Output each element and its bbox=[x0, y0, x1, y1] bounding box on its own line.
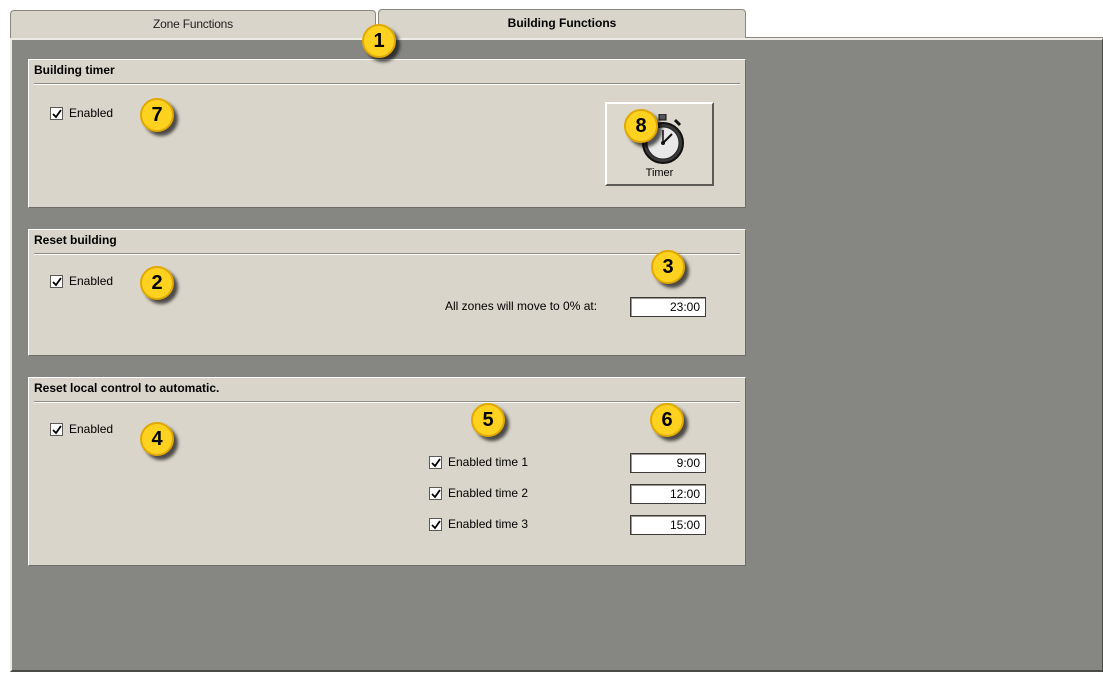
checkbox-label: Enabled time 3 bbox=[448, 517, 529, 531]
callout-badge-5: 5 bbox=[471, 403, 505, 437]
building-timer-enabled-checkbox[interactable]: Enabled bbox=[50, 106, 113, 120]
reset-local-enabled-checkbox[interactable]: Enabled bbox=[50, 422, 113, 436]
tab-label: Building Functions bbox=[507, 16, 617, 30]
reset-building-time-input[interactable]: 23:00 bbox=[630, 297, 706, 317]
checkbox-label: Enabled time 2 bbox=[448, 486, 529, 500]
checkbox-icon bbox=[429, 517, 442, 531]
enabled-time-2-input[interactable]: 12:00 bbox=[630, 484, 706, 504]
enabled-time-1-checkbox[interactable]: Enabled time 1 bbox=[429, 455, 528, 469]
checkbox-icon bbox=[429, 486, 442, 500]
reset-building-enabled-checkbox[interactable]: Enabled bbox=[50, 274, 113, 288]
group-divider bbox=[34, 401, 740, 403]
callout-badge-8: 8 bbox=[624, 109, 658, 143]
checkbox-icon bbox=[50, 106, 63, 120]
enabled-time-2-checkbox[interactable]: Enabled time 2 bbox=[429, 486, 528, 500]
checkbox-label: Enabled bbox=[69, 422, 114, 436]
callout-badge-2: 2 bbox=[140, 266, 174, 300]
group-divider bbox=[34, 253, 740, 255]
reset-building-group: Reset building Enabled All zones will mo… bbox=[28, 229, 746, 356]
callout-badge-7: 7 bbox=[140, 98, 174, 132]
checkbox-icon bbox=[50, 274, 63, 288]
group-divider bbox=[34, 83, 740, 85]
checkbox-label: Enabled bbox=[69, 106, 114, 120]
tab-label: Zone Functions bbox=[153, 17, 233, 31]
tab-building-functions[interactable]: Building Functions bbox=[378, 9, 746, 39]
zones-move-label: All zones will move to 0% at: bbox=[445, 299, 598, 313]
group-title: Reset building bbox=[34, 233, 117, 247]
timer-button-label: Timer bbox=[645, 167, 674, 179]
checkbox-label: Enabled time 1 bbox=[448, 455, 529, 469]
callout-badge-6: 6 bbox=[650, 403, 684, 437]
enabled-time-1-input[interactable]: 9:00 bbox=[630, 453, 706, 473]
checkbox-icon bbox=[429, 455, 442, 469]
tab-zone-functions[interactable]: Zone Functions bbox=[10, 10, 376, 38]
enabled-time-3-input[interactable]: 15:00 bbox=[630, 515, 706, 535]
reset-local-control-group: Reset local control to automatic. Enable… bbox=[28, 377, 746, 566]
enabled-time-3-checkbox[interactable]: Enabled time 3 bbox=[429, 517, 528, 531]
callout-badge-4: 4 bbox=[140, 422, 174, 456]
callout-badge-1: 1 bbox=[362, 24, 396, 58]
callout-badge-3: 3 bbox=[651, 250, 685, 284]
group-title: Building timer bbox=[34, 63, 115, 77]
checkbox-label: Enabled bbox=[69, 274, 114, 288]
group-title: Reset local control to automatic. bbox=[34, 381, 220, 395]
timer-button[interactable]: Timer bbox=[605, 102, 714, 186]
checkbox-icon bbox=[50, 422, 63, 436]
